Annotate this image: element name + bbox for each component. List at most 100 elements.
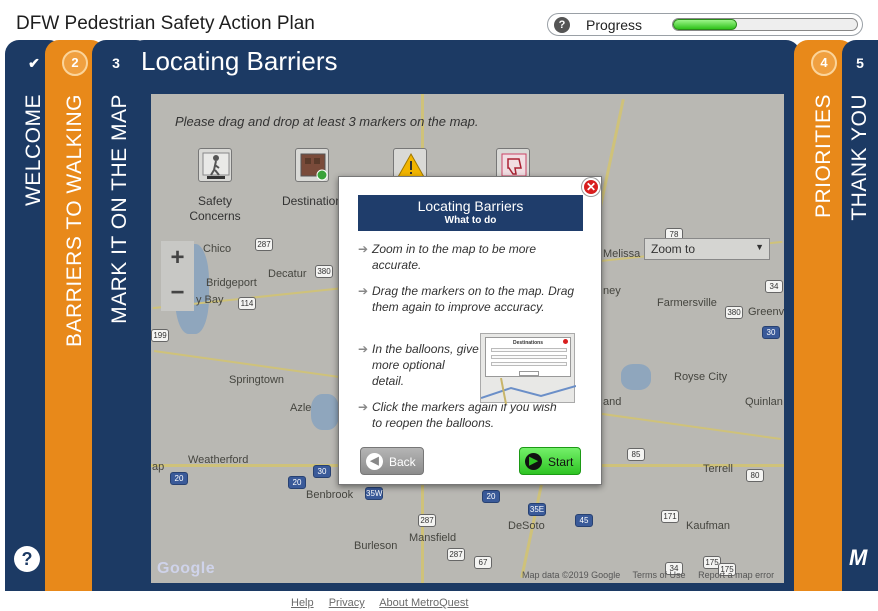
instruction-step: ➔ Drag the markers on to the map. Drag t… <box>358 284 575 314</box>
google-logo: Google <box>157 560 216 577</box>
map-town: ney <box>603 285 621 297</box>
marker-label: Safety Concerns <box>189 194 241 223</box>
progress-track <box>672 18 858 31</box>
map-town: Bridgeport <box>206 277 257 289</box>
metroquest-logo-icon: M <box>849 545 868 570</box>
map-town: Benbrook <box>306 489 354 501</box>
highway-shield: 287 <box>447 548 465 561</box>
balloon-example-window: Destinations <box>485 337 571 377</box>
arrow-right-icon: ➔ <box>358 400 369 414</box>
help-link[interactable]: Help <box>291 597 314 609</box>
arrow-right-icon: ➔ <box>358 342 369 356</box>
panel-number-2: 2 <box>62 50 88 76</box>
highway-shield: 30 <box>313 465 331 478</box>
highway-shield: 80 <box>746 469 764 482</box>
map-town: Greenv <box>748 306 785 318</box>
panel-priorities-label: PRIORITIES <box>812 94 835 219</box>
dialog-header: Locating Barriers What to do <box>358 195 583 231</box>
panel-number-4: 4 <box>811 50 837 76</box>
help-icon[interactable]: ? <box>14 546 40 572</box>
app-root: DFW Pedestrian Safety Action Plan ? Prog… <box>0 0 878 611</box>
map-town: Springtown <box>229 374 285 386</box>
panel-thank-you[interactable]: 5 THANK YOU <box>842 40 878 591</box>
help-icon[interactable]: ? <box>554 17 570 33</box>
privacy-link[interactable]: Privacy <box>329 597 365 609</box>
arrow-right-icon: ➔ <box>358 284 369 298</box>
map-town: y Bay <box>196 294 224 306</box>
arrow-right-icon: ➔ <box>358 242 369 256</box>
highway-shield: 30 <box>762 326 780 339</box>
map-town: Chico <box>203 243 232 255</box>
pedestrian-icon[interactable] <box>198 148 232 182</box>
map-town: Burleson <box>354 540 398 552</box>
close-icon[interactable]: ✕ <box>582 178 600 196</box>
map-town: Kaufman <box>686 520 731 532</box>
highway-shield: 20 <box>288 476 306 489</box>
highway-shield: 20 <box>482 490 500 503</box>
map-town: Azle <box>290 402 312 414</box>
highway-shield: 67 <box>474 556 492 569</box>
highway-shield: 114 <box>238 297 256 310</box>
dialog-title: Locating Barriers <box>417 198 524 214</box>
check-icon: ✔ <box>28 55 40 71</box>
panel-mark-label: MARK IT ON THE MAP <box>108 94 131 324</box>
marker-safety-concerns[interactable]: Safety Concerns <box>178 148 252 224</box>
map-town: Terrell <box>703 463 733 475</box>
map-town: Melissa <box>603 248 641 260</box>
progress-bar[interactable]: ? Progress <box>547 13 863 36</box>
back-button[interactable]: ◀ Back <box>360 447 424 475</box>
zoom-out-button[interactable]: − <box>161 276 194 311</box>
map-town: Royse City <box>674 371 728 383</box>
panel-number-5: 5 <box>856 55 864 71</box>
start-button[interactable]: ▶ Start <box>519 447 581 475</box>
highway-shield: 199 <box>151 329 169 342</box>
report-map-error-link[interactable]: Report a map error <box>698 570 774 580</box>
highway-shield: 35W <box>365 487 383 500</box>
map-town: Quinlan <box>745 396 783 408</box>
highway-shield: 34 <box>765 280 783 293</box>
panel-number-3: 3 <box>112 55 120 71</box>
lake <box>621 364 651 390</box>
zoom-control: + − <box>161 241 194 311</box>
highway-shield: 85 <box>627 448 645 461</box>
balloon-example-title: Destinations <box>512 340 543 346</box>
progress-label: Progress <box>586 17 643 33</box>
zoom-to-select[interactable]: Zoom to ▼ <box>644 238 770 260</box>
highway-shield: 171 <box>661 510 679 523</box>
panel-welcome-label: WELCOME <box>22 94 45 207</box>
lake <box>311 394 339 430</box>
arrow-left-icon: ◀ <box>366 453 383 470</box>
panel-thanks-label: THANK YOU <box>848 94 871 221</box>
map-instruction: Please drag and drop at least 3 markers … <box>175 114 479 129</box>
balloon-example-map <box>481 378 576 404</box>
instructions-dialog: ✕ Locating Barriers What to do ➔ Zoom in… <box>338 176 602 485</box>
dialog-subtitle: What to do <box>444 215 497 226</box>
map-town: and <box>603 396 622 408</box>
terms-link[interactable]: Terms of Use <box>633 570 686 580</box>
highway-shield: 380 <box>725 306 743 319</box>
destination-icon[interactable] <box>295 148 329 182</box>
instruction-step: ➔ Zoom in to the map to be more accurate… <box>358 242 537 272</box>
zoom-in-button[interactable]: + <box>161 241 194 276</box>
highway-shield: 287 <box>255 238 273 251</box>
map-attribution: Map data ©2019 Google Terms of Use Repor… <box>522 570 775 580</box>
highway-shield: 45 <box>575 514 593 527</box>
page-title: Locating Barriers <box>141 46 338 76</box>
highway-shield: 35E <box>528 503 546 516</box>
map-town: Farmersville <box>657 297 717 309</box>
arrow-right-icon: ▶ <box>525 453 542 470</box>
map-town: Weatherford <box>188 454 249 466</box>
highway-shield: 287 <box>418 514 436 527</box>
app-title: DFW Pedestrian Safety Action Plan <box>16 13 315 34</box>
panel-barriers-label: BARRIERS TO WALKING <box>63 94 86 347</box>
highway-shield: 20 <box>170 472 188 485</box>
about-metroquest-link[interactable]: About MetroQuest <box>379 597 468 609</box>
map-town: ap <box>152 461 165 473</box>
map-town: Decatur <box>268 268 307 280</box>
map-town: Mansfield <box>409 532 457 544</box>
map-town: DeSoto <box>508 520 545 532</box>
dropdown-arrow-icon: ▼ <box>755 242 764 252</box>
highway-shield: 380 <box>315 265 333 278</box>
instruction-step: ➔ In the balloons, give more optional de… <box>358 342 479 388</box>
balloon-example-image: Destinations <box>480 333 576 404</box>
